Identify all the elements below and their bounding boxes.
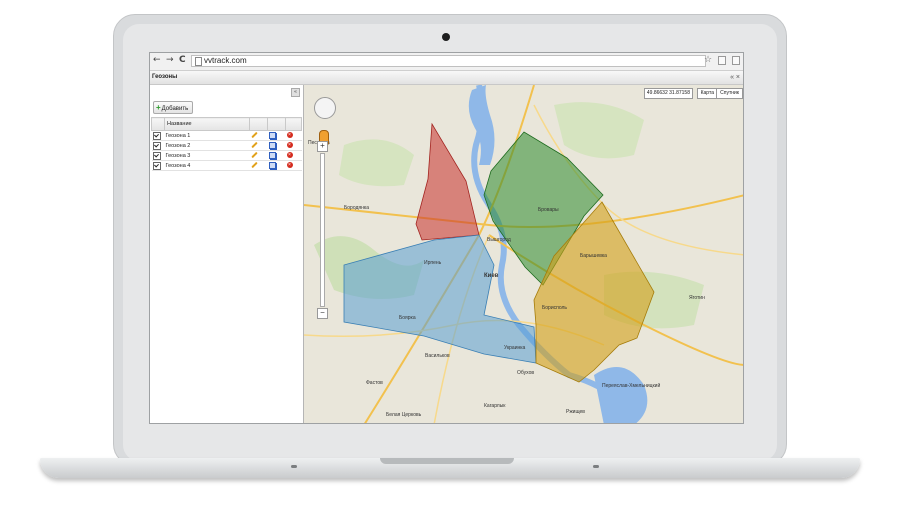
table-row[interactable]: Геозона 2 ×: [151, 140, 302, 151]
map-label: Киев: [484, 273, 499, 279]
header-name[interactable]: Название: [164, 117, 250, 131]
edit-icon[interactable]: [250, 131, 258, 139]
header-check-col: [151, 117, 165, 131]
forward-button[interactable]: →: [166, 55, 174, 65]
window-title: Геозоны: [152, 74, 178, 80]
table-header-row: Название: [151, 117, 302, 131]
geozone-name[interactable]: Геозона 1: [164, 130, 250, 141]
copy-icon[interactable]: [268, 152, 276, 159]
map-label: Яготин: [689, 295, 705, 301]
edit-icon[interactable]: [250, 141, 258, 149]
back-button[interactable]: ←: [153, 55, 161, 65]
page-icon: [195, 57, 202, 66]
delete-icon[interactable]: ×: [286, 142, 293, 149]
collapse-button[interactable]: «: [291, 88, 300, 97]
row-checkbox[interactable]: [152, 131, 161, 140]
zoom-control[interactable]: + −: [317, 141, 328, 319]
copy-icon[interactable]: [268, 142, 276, 149]
url-text: vvtrack.com: [204, 56, 247, 65]
screen: ← → C vvtrack.com ☆ Геозоны « × « +Добав…: [149, 52, 744, 424]
row-checkbox[interactable]: [152, 161, 161, 170]
map-label: Украинка: [504, 345, 526, 351]
camera-icon: [442, 33, 450, 41]
delete-icon[interactable]: ×: [286, 152, 293, 159]
address-bar[interactable]: vvtrack.com: [191, 55, 706, 67]
pan-control-icon[interactable]: [314, 97, 336, 119]
map-label: Бородянка: [344, 205, 369, 211]
delete-icon[interactable]: ×: [286, 132, 293, 139]
map-label: Белая Церковь: [386, 412, 422, 418]
zoom-out-button[interactable]: −: [317, 308, 328, 319]
map-label: Кагарлык: [484, 403, 506, 409]
delete-icon[interactable]: ×: [286, 162, 293, 169]
map-label: Бровары: [538, 207, 559, 213]
table-row[interactable]: Геозона 1 ×: [151, 130, 302, 141]
copy-icon[interactable]: [268, 132, 276, 139]
map-label: Фастов: [366, 380, 383, 386]
copy-icon[interactable]: [268, 162, 276, 169]
geozone-name[interactable]: Геозона 4: [164, 160, 250, 171]
row-checkbox[interactable]: [152, 141, 161, 150]
laptop-foot-right: [593, 465, 599, 468]
row-checkbox[interactable]: [152, 151, 161, 160]
header-del-col: [285, 117, 302, 131]
bookmark-star-icon[interactable]: ☆: [704, 55, 712, 65]
geozone-table: Название Геозона 1 × Геозона 2 × Геозона…: [151, 117, 302, 171]
map-label: Обухов: [517, 370, 535, 376]
map-label: Боярка: [399, 315, 416, 321]
geozone-sidebar: « +Добавить Название Геозона 1 × Геозона…: [150, 85, 304, 423]
browser-menu-icon[interactable]: [732, 56, 740, 65]
edit-icon[interactable]: [250, 151, 258, 159]
map-canvas[interactable]: Киев Вышгород Борисполь Васильков Фастов…: [304, 85, 743, 423]
map-type-button[interactable]: Карта: [696, 88, 718, 99]
table-row[interactable]: Геозона 4 ×: [151, 160, 302, 171]
browser-toolbar: ← → C vvtrack.com ☆: [150, 53, 743, 71]
app-title-bar: Геозоны: [150, 71, 743, 85]
extension-icon[interactable]: [718, 56, 726, 65]
map-label: Ирпень: [424, 260, 442, 266]
table-row[interactable]: Геозона 3 ×: [151, 150, 302, 161]
plus-icon: +: [156, 103, 161, 112]
map-label: Борисполь: [542, 305, 568, 311]
header-edit-col: [249, 117, 268, 131]
geozone-name[interactable]: Геозона 3: [164, 150, 250, 161]
add-button[interactable]: +Добавить: [153, 101, 194, 114]
coordinates-readout: 49.86632 31.87158: [643, 88, 693, 99]
map-label: Васильков: [425, 353, 450, 359]
satellite-type-button[interactable]: Спутник: [716, 88, 743, 99]
geozone-name[interactable]: Геозона 2: [164, 140, 250, 151]
window-controls-icon[interactable]: « ×: [730, 74, 740, 81]
map-label: Вышгород: [487, 237, 511, 243]
zoom-slider[interactable]: [320, 153, 325, 307]
laptop-foot-left: [291, 465, 297, 468]
map-label: Переяслав-Хмельницкий: [602, 383, 661, 389]
reload-button[interactable]: C: [179, 55, 186, 65]
map-label: Барышевка: [580, 253, 607, 259]
edit-icon[interactable]: [250, 161, 258, 169]
map-label: Ржищев: [566, 409, 585, 415]
zoom-in-button[interactable]: +: [317, 141, 328, 152]
header-copy-col: [267, 117, 286, 131]
add-button-label: Добавить: [161, 106, 189, 112]
laptop-notch: [380, 458, 514, 464]
